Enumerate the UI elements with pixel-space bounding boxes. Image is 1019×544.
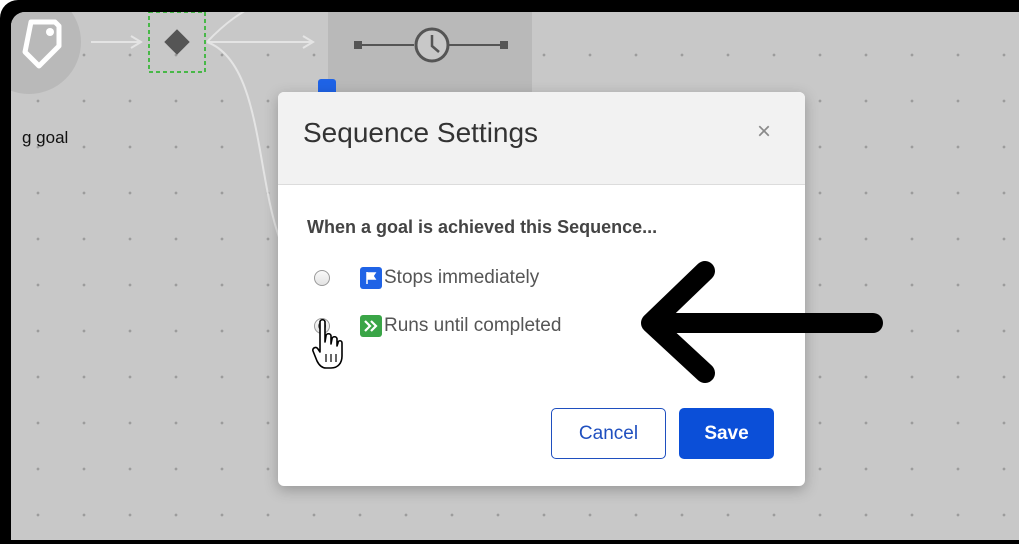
diamond-node[interactable] — [164, 29, 190, 55]
hand-pointer-cursor-icon — [312, 318, 343, 369]
radio-stops-immediately[interactable] — [314, 270, 330, 286]
option-label: Runs until completed — [384, 315, 562, 336]
annotation-arrow-icon — [641, 261, 883, 383]
cancel-button[interactable]: Cancel — [551, 408, 666, 459]
option-runs-until-completed[interactable]: Runs until completed — [314, 312, 561, 340]
dialog-title: Sequence Settings — [303, 117, 539, 148]
close-button[interactable]: × — [757, 118, 771, 146]
goal-behavior-question: When a goal is achieved this Sequence... — [307, 217, 658, 237]
option-label: Stops immediately — [384, 267, 540, 288]
goal-node-label: g goal — [22, 128, 69, 147]
connector-line — [206, 41, 280, 238]
connector-line — [206, 12, 245, 43]
option-stops-immediately[interactable]: Stops immediately — [314, 264, 539, 292]
double-chevron-right-icon — [360, 315, 382, 337]
dialog-header: Sequence Settings × — [278, 92, 805, 185]
timer-node[interactable] — [328, 12, 532, 96]
timer-icon — [354, 27, 508, 63]
save-button[interactable]: Save — [679, 408, 774, 459]
flag-icon — [360, 267, 382, 289]
